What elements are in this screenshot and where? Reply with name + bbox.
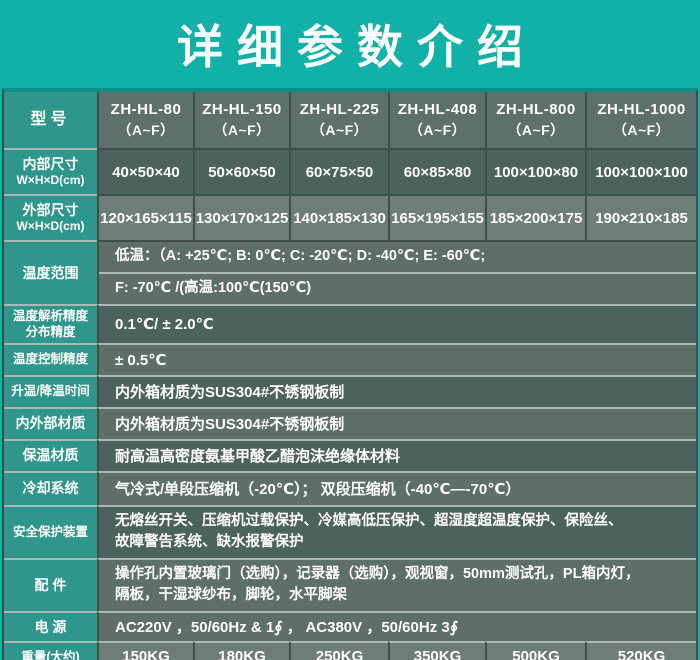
- heating-cooling-time-row: 升温/降温时间 内外箱材质为SUS304#不锈钢板制: [4, 375, 696, 407]
- outer-size-value: 185×200×175: [485, 194, 585, 240]
- outer-size-value: 165×195×155: [388, 194, 485, 240]
- power-value: AC220V ，50/60Hz & 1∮ ， AC380V ，50/60Hz 3…: [97, 611, 696, 641]
- inner-size-value: 100×100×100: [585, 148, 696, 194]
- cooling-system-row: 冷却系统 气冷式/单段压缩机（-20℃）； 双段压缩机（-40℃—-70℃）: [4, 471, 696, 505]
- spec-table: 型号 ZH-HL-80 （A~F） ZH-HL-150 （A~F） ZH-HL-…: [2, 88, 698, 660]
- outer-size-row: 外部尺寸 W×H×D(cm) 120×165×115 130×170×125 1…: [4, 194, 696, 240]
- insulation-value: 耐高温高密度氨基甲酸乙醋泡沫绝缘体材料: [97, 439, 696, 471]
- safety-protection-row: 安全保护装置 无熔丝开关、压缩机过载保护、冷媒高低压保护、超湿度超温度保护、保险…: [4, 505, 696, 558]
- model-range: （A~F）: [390, 121, 485, 140]
- accessories-value: 操作孔内置玻璃门（选购），记录器（选购），观视窗，50mm测试孔，PL箱内灯， …: [97, 558, 696, 611]
- heating-cooling-time-value: 内外箱材质为SUS304#不锈钢板制: [97, 375, 696, 407]
- weight-value: 150KG: [97, 641, 193, 660]
- model-range: （A~F）: [291, 121, 388, 140]
- weight-value: 250KG: [289, 641, 388, 660]
- model-range: （A~F）: [195, 121, 289, 140]
- model-name: ZH-HL-150: [195, 100, 289, 120]
- resolution-accuracy-value: 0.1℃/ ± 2.0℃: [97, 304, 696, 343]
- page: 详细参数介绍 型号 ZH-HL-80 （A~F） ZH-HL-150 （A~F）…: [0, 0, 700, 660]
- safety-protection-value: 无熔丝开关、压缩机过载保护、冷媒高低压保护、超湿度超温度保护、保险丝、 故障警告…: [97, 505, 696, 558]
- row-label-control-accuracy: 温度控制精度: [4, 343, 97, 375]
- model-name: ZH-HL-1000: [587, 100, 696, 120]
- material-value: 内外箱材质为SUS304#不锈钢板制: [97, 407, 696, 439]
- outer-size-value: 130×170×125: [193, 194, 289, 240]
- row-label-safety-protection: 安全保护装置: [4, 505, 97, 558]
- outer-size-value: 190×210×185: [585, 194, 696, 240]
- model-name: ZH-HL-800: [487, 100, 585, 120]
- model-range: （A~F）: [587, 121, 696, 140]
- inner-size-value: 60×75×50: [289, 148, 388, 194]
- model-range: （A~F）: [99, 121, 193, 140]
- insulation-row: 保温材质 耐高温高密度氨基甲酸乙醋泡沫绝缘体材料: [4, 439, 696, 471]
- weight-row: 重量(大约) 150KG 180KG 250KG 350KG 500KG 520…: [4, 641, 696, 660]
- page-title: 详细参数介绍: [0, 0, 700, 88]
- model-header-row: 型号 ZH-HL-80 （A~F） ZH-HL-150 （A~F） ZH-HL-…: [4, 92, 696, 148]
- inner-size-value: 50×60×50: [193, 148, 289, 194]
- cooling-system-value: 气冷式/单段压缩机（-20℃）； 双段压缩机（-40℃—-70℃）: [97, 471, 696, 505]
- row-label-weight: 重量(大约): [4, 641, 97, 660]
- row-label-resolution-accuracy: 温度解析精度 分布精度: [4, 304, 97, 343]
- row-label-power: 电 源: [4, 611, 97, 641]
- temperature-range-row: 温度范围 低温：（A: +25℃; B: 0℃; C: -20℃; D: -40…: [4, 240, 696, 304]
- row-label-cooling-system: 冷却系统: [4, 471, 97, 505]
- control-accuracy-value: ± 0.5℃: [97, 343, 696, 375]
- row-label-insulation: 保温材质: [4, 439, 97, 471]
- model-range: （A~F）: [487, 121, 585, 140]
- model-header: ZH-HL-80 （A~F）: [97, 92, 193, 148]
- inner-size-value: 100×100×80: [485, 148, 585, 194]
- inner-size-value: 60×85×80: [388, 148, 485, 194]
- weight-value: 180KG: [193, 641, 289, 660]
- material-row: 内外部材质 内外箱材质为SUS304#不锈钢板制: [4, 407, 696, 439]
- inner-size-value: 40×50×40: [97, 148, 193, 194]
- power-row: 电 源 AC220V ，50/60Hz & 1∮ ， AC380V ，50/60…: [4, 611, 696, 641]
- inner-size-row: 内部尺寸 W×H×D(cm) 40×50×40 50×60×50 60×75×5…: [4, 148, 696, 194]
- row-label-heating-cooling-time: 升温/降温时间: [4, 375, 97, 407]
- model-header: ZH-HL-225 （A~F）: [289, 92, 388, 148]
- accessories-row: 配 件 操作孔内置玻璃门（选购），记录器（选购），观视窗，50mm测试孔，PL箱…: [4, 558, 696, 611]
- weight-value: 520KG: [585, 641, 696, 660]
- model-name: ZH-HL-225: [291, 100, 388, 120]
- weight-value: 500KG: [485, 641, 585, 660]
- model-name: ZH-HL-408: [390, 100, 485, 120]
- control-accuracy-row: 温度控制精度 ± 0.5℃: [4, 343, 696, 375]
- model-header: ZH-HL-800 （A~F）: [485, 92, 585, 148]
- row-label-accessories: 配 件: [4, 558, 97, 611]
- model-header: ZH-HL-1000 （A~F）: [585, 92, 696, 148]
- resolution-accuracy-row: 温度解析精度 分布精度 0.1℃/ ± 2.0℃: [4, 304, 696, 343]
- row-label-material: 内外部材质: [4, 407, 97, 439]
- row-label-temperature-range: 温度范围: [4, 240, 97, 304]
- weight-value: 350KG: [388, 641, 485, 660]
- model-name: ZH-HL-80: [99, 100, 193, 120]
- row-label-model: 型号: [4, 92, 97, 148]
- temperature-range-value: 低温：（A: +25℃; B: 0℃; C: -20℃; D: -40℃; E:…: [97, 240, 696, 304]
- row-label-outer-size: 外部尺寸 W×H×D(cm): [4, 194, 97, 240]
- row-label-inner-size: 内部尺寸 W×H×D(cm): [4, 148, 97, 194]
- outer-size-value: 120×165×115: [97, 194, 193, 240]
- model-header: ZH-HL-150 （A~F）: [193, 92, 289, 148]
- model-header: ZH-HL-408 （A~F）: [388, 92, 485, 148]
- outer-size-value: 140×185×130: [289, 194, 388, 240]
